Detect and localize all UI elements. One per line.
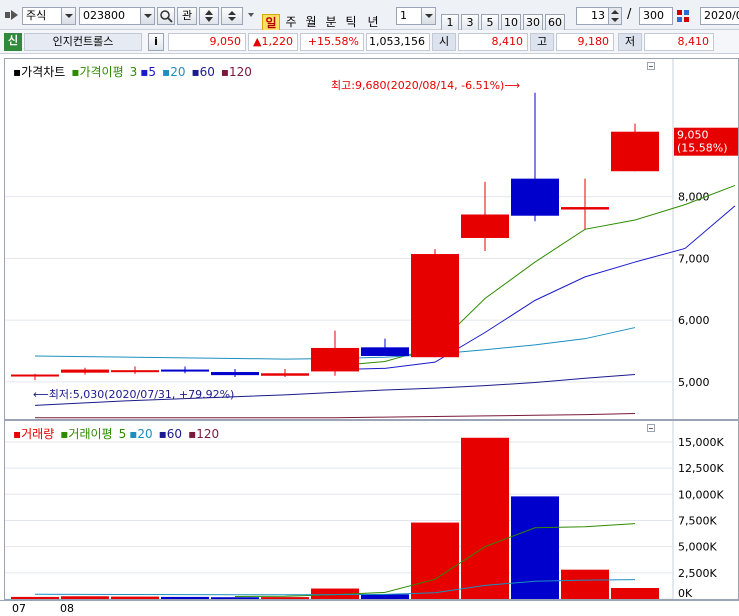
count-separator: /: [627, 7, 632, 22]
stock-name: 인지컨트롤스: [24, 33, 142, 51]
analysis-button[interactable]: 관: [177, 7, 197, 25]
chevron-down-icon[interactable]: [140, 8, 154, 24]
volume-y-tick: 7,500K: [678, 514, 717, 527]
price-chart[interactable]: 8,0007,0006,0005,0009,050(15.58%)최고:9,68…: [5, 59, 738, 419]
market-select-value: 주식: [26, 9, 47, 22]
stock-code-input[interactable]: 023800: [79, 7, 155, 25]
price-change-pct: +15.58%: [300, 33, 364, 51]
market-select[interactable]: 주식: [22, 7, 76, 25]
candle-body: [311, 347, 359, 372]
open-label: 시: [432, 33, 456, 51]
updown-arrows-icon: [205, 10, 213, 22]
volume-y-tick: 10,000K: [678, 488, 724, 501]
volume-chart-pane[interactable]: ▪거래량 ▪거래이평 5 ▪20 ▪60 ▪120 15,000K 12,500K 10,00…: [4, 420, 739, 600]
low-label: 저: [618, 33, 642, 51]
volume-y-tick: 0K: [678, 587, 693, 599]
current-price-tag-pct: (15.58%): [677, 142, 728, 155]
volume-bar: [411, 522, 459, 599]
volume-bar: [111, 596, 159, 599]
high-label: 고: [530, 33, 554, 51]
volume-y-tick: 12,500K: [678, 462, 724, 475]
volume-bar: [61, 596, 109, 599]
candle-body: [161, 369, 209, 372]
price-chart-pane[interactable]: ▪가격차트 ▪가격이평 3 ▪5 ▪20 ▪60 ▪120 8,000 7,000 6,000 5…: [4, 58, 739, 420]
high-annotation: 최고:9,680(2020/08/14, -6.51%)⟶: [331, 79, 520, 92]
chevron-down-icon[interactable]: [421, 8, 435, 24]
price-y-tick: 7,000: [678, 252, 710, 265]
interval-select[interactable]: 1: [396, 7, 436, 25]
candle-body: [611, 131, 659, 172]
volume-chart[interactable]: 15,000K 12,500K 10,000K 7,500K 5,000K 2,500K 0…: [5, 421, 738, 599]
window-menu-icon[interactable]: [4, 7, 20, 25]
interval-select-value: 1: [400, 9, 407, 22]
candle-body: [261, 373, 309, 376]
date-value: 2020/0: [704, 9, 739, 22]
high-price: 9,180: [556, 33, 614, 51]
price-ma-line-120: [35, 412, 636, 419]
candle-body: [511, 178, 559, 216]
chevron-down-icon[interactable]: [61, 8, 75, 24]
current-price: 9,050: [168, 33, 246, 51]
trade-volume: 1,053,156: [366, 33, 430, 51]
volume-bar: [611, 588, 659, 599]
volume-bar: [211, 597, 259, 599]
candle-body: [111, 370, 159, 373]
volume-y-tick: 15,000K: [678, 436, 724, 449]
settings-icon[interactable]: [675, 7, 693, 25]
price-y-tick: 5,000: [678, 376, 710, 389]
candle-body: [61, 369, 109, 373]
volume-bar: [261, 597, 309, 599]
candle-body: [11, 374, 59, 377]
x-axis: 07 08: [0, 600, 739, 616]
candle-body: [561, 207, 609, 210]
candle-body: [461, 214, 509, 238]
spinner-arrows-icon: [611, 10, 619, 22]
info-button[interactable]: i: [148, 33, 164, 51]
volume-bar: [11, 596, 59, 599]
stock-code-value: 023800: [83, 9, 125, 22]
total-count-value: 300: [643, 9, 664, 22]
volume-bar: [161, 596, 209, 599]
price-change: ▲1,220: [248, 33, 298, 51]
credit-badge: 신: [4, 33, 22, 51]
quote-bar: 신 인지컨트롤스 i 9,050 ▲1,220 +15.58% 1,053,15…: [0, 30, 739, 54]
volume-bar: [461, 437, 509, 599]
count-spinner[interactable]: [608, 8, 621, 24]
low-price: 8,410: [644, 33, 714, 51]
toolbar-more-icon[interactable]: [245, 7, 257, 25]
x-label-aug: 08: [60, 602, 74, 615]
sort-toggle-button[interactable]: [199, 7, 219, 25]
volume-y-tick: 5,000K: [678, 541, 717, 554]
search-icon: [160, 10, 173, 23]
volume-bar: [511, 496, 559, 599]
spinner-arrows-icon: [228, 11, 236, 21]
total-count-input[interactable]: 300: [639, 7, 673, 25]
x-label-jul: 07: [12, 602, 26, 615]
display-count-value: 13: [591, 9, 605, 22]
volume-y-tick: 2,500K: [678, 567, 717, 580]
candle-body: [361, 347, 409, 356]
date-input[interactable]: 2020/0: [700, 7, 739, 25]
open-price: 8,410: [458, 33, 528, 51]
volume-bar: [361, 594, 409, 599]
display-count-input[interactable]: 13: [576, 7, 622, 25]
current-price-tag-value: 9,050: [677, 129, 709, 142]
candle-body: [211, 372, 259, 376]
spin-button[interactable]: [221, 7, 243, 25]
candle-body: [411, 254, 459, 358]
search-button[interactable]: [157, 7, 175, 25]
price-y-tick: 6,000: [678, 314, 710, 327]
low-annotation: ⟵최저:5,030(2020/07/31, +79.92%): [33, 388, 234, 401]
volume-bar: [561, 569, 609, 599]
chart-toolbar: 주식 023800 관 일주월분틱년 1 1 3 5 10 30 60 13 / 300 …: [0, 0, 739, 32]
